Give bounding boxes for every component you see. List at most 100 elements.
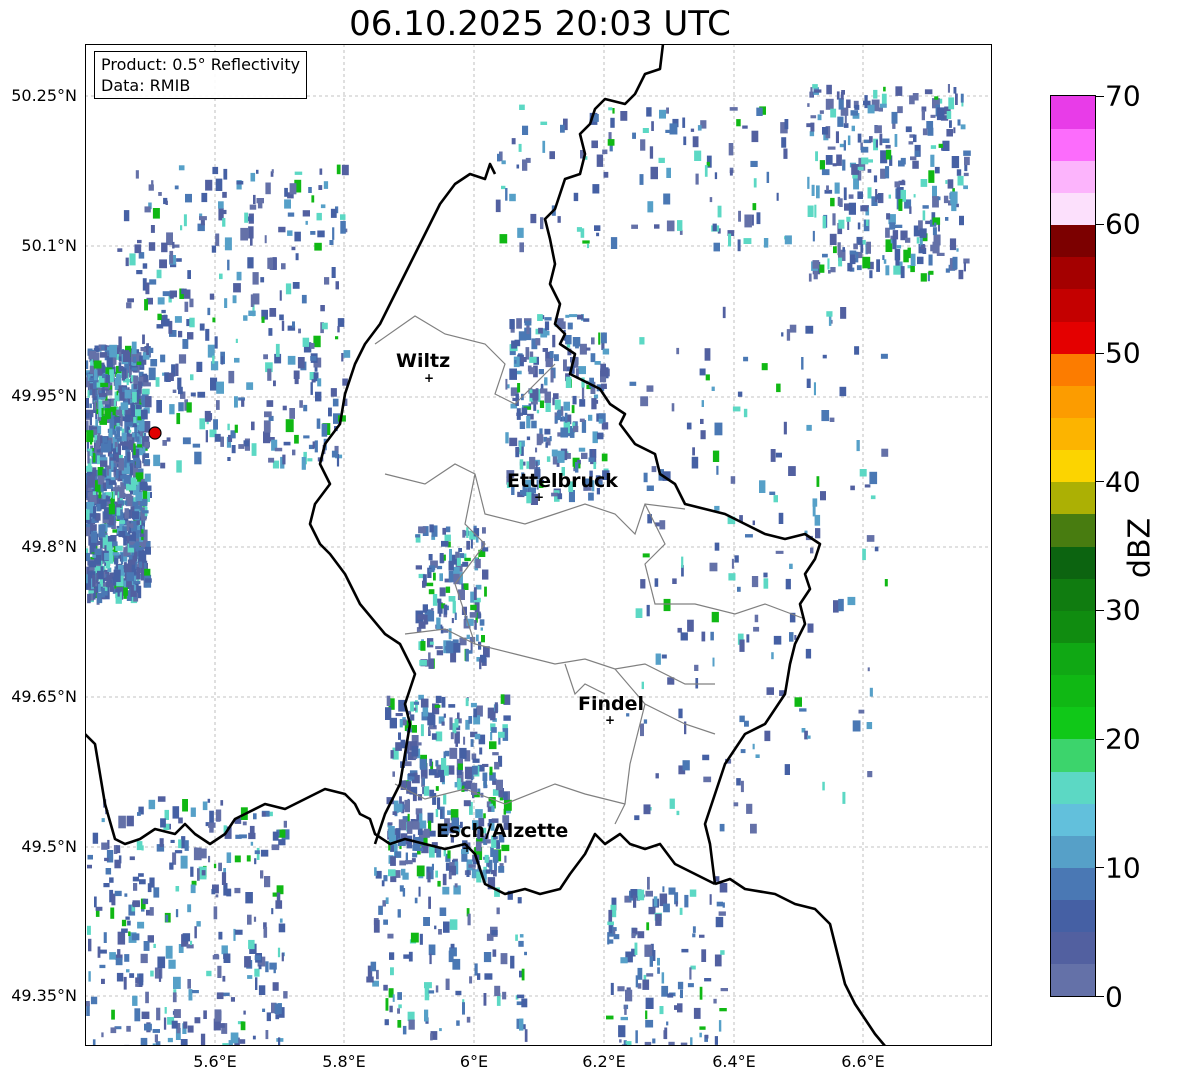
echo-cell: [214, 433, 221, 442]
echo-cell: [303, 435, 310, 439]
echo-cell: [838, 598, 844, 612]
echo-cell: [408, 1019, 415, 1030]
echo-cell: [85, 398, 89, 409]
echo-cell: [936, 252, 945, 256]
echo-cell: [539, 400, 545, 408]
echo-cell: [234, 396, 238, 408]
echo-cell: [172, 806, 180, 819]
echo-cell: [910, 253, 916, 266]
echo-cell: [644, 1041, 652, 1046]
echo-cell: [222, 1043, 229, 1046]
echo-cell: [160, 354, 166, 363]
echo-cell: [885, 149, 892, 160]
echo-cell: [921, 109, 925, 121]
echo-cell: [166, 437, 171, 442]
echo-cell: [613, 934, 620, 940]
radar-map[interactable]: [85, 44, 992, 1046]
echo-cell: [428, 569, 435, 573]
echo-cell: [439, 1028, 442, 1032]
echo-cell: [484, 973, 493, 980]
echo-cell: [880, 353, 888, 359]
echo-cell: [819, 110, 824, 114]
echo-cell: [742, 125, 748, 129]
echo-cell: [452, 958, 461, 970]
radar-site-marker[interactable]: [145, 423, 165, 443]
echo-cell: [634, 942, 638, 955]
echo-cell: [653, 896, 658, 907]
echo-cell: [544, 321, 550, 331]
echo-cell: [201, 870, 206, 876]
echo-cell: [398, 732, 401, 740]
echo-cell: [474, 733, 481, 740]
echo-cell: [314, 367, 318, 372]
echo-cell: [219, 273, 223, 280]
echo-cell: [180, 225, 183, 231]
echo-cell: [692, 447, 695, 456]
echo-cell: [426, 866, 430, 873]
echo-cell: [704, 348, 711, 361]
echo-cell: [963, 185, 968, 190]
echo-cell: [766, 687, 774, 695]
echo-cell: [607, 139, 615, 146]
colorbar-tick: 20: [1105, 722, 1141, 756]
echo-cell: [136, 389, 140, 401]
echo-cell: [838, 219, 845, 229]
echo-cell: [117, 931, 126, 945]
echo-cell: [594, 399, 599, 404]
echo-cell: [439, 907, 447, 916]
echo-cell: [859, 469, 867, 477]
echo-cell: [187, 979, 191, 989]
echo-cell: [165, 945, 173, 959]
echo-cell: [133, 356, 137, 364]
echo-cell: [143, 941, 150, 951]
echo-cell: [411, 745, 419, 757]
colorbar-segment: [1051, 224, 1095, 258]
echo-cell: [463, 800, 471, 807]
echo-cell: [815, 528, 821, 539]
echo-cell: [704, 1034, 709, 1039]
echo-cell: [736, 119, 741, 127]
colorbar-segment: [1051, 642, 1095, 676]
echo-cell: [118, 531, 126, 538]
echo-cell: [236, 271, 242, 281]
echo-cell: [136, 270, 143, 275]
echo-cell: [530, 213, 537, 224]
echo-cell: [418, 526, 426, 534]
echo-cell: [847, 135, 851, 146]
echo-cell: [645, 890, 653, 897]
echo-cell: [121, 919, 127, 927]
echo-cell: [482, 772, 488, 781]
echo-cell: [106, 583, 114, 588]
echo-cell: [340, 220, 346, 234]
echo-cell: [268, 328, 273, 336]
echo-cell: [443, 554, 446, 561]
echo-cell: [517, 897, 522, 904]
echo-cell: [124, 954, 130, 962]
echo-cell: [419, 933, 423, 945]
echo-cell: [582, 240, 590, 244]
echo-cell: [569, 314, 578, 318]
echo-cell: [254, 858, 257, 865]
echo-cell: [839, 386, 847, 397]
echo-cell: [213, 419, 218, 430]
echo-cell: [187, 904, 192, 913]
echo-cell: [549, 351, 554, 358]
echo-cell: [521, 357, 527, 362]
echo-cell: [524, 951, 527, 956]
echo-cell: [279, 918, 283, 923]
echo-cell: [95, 906, 103, 911]
echo-cell: [150, 359, 158, 367]
reflectivity-echoes: [85, 84, 971, 1046]
echo-cell: [542, 348, 548, 352]
echo-cell: [751, 130, 759, 143]
echo-cell: [682, 117, 686, 128]
echo-cell: [443, 604, 448, 615]
echo-cell: [814, 204, 817, 218]
echo-cell: [646, 922, 650, 931]
echo-cell: [822, 781, 825, 791]
echo-cell: [900, 266, 905, 279]
echo-cell: [590, 353, 596, 363]
echo-cell: [470, 702, 477, 708]
echo-cell: [516, 164, 520, 169]
colorbar-segment: [1051, 674, 1095, 708]
